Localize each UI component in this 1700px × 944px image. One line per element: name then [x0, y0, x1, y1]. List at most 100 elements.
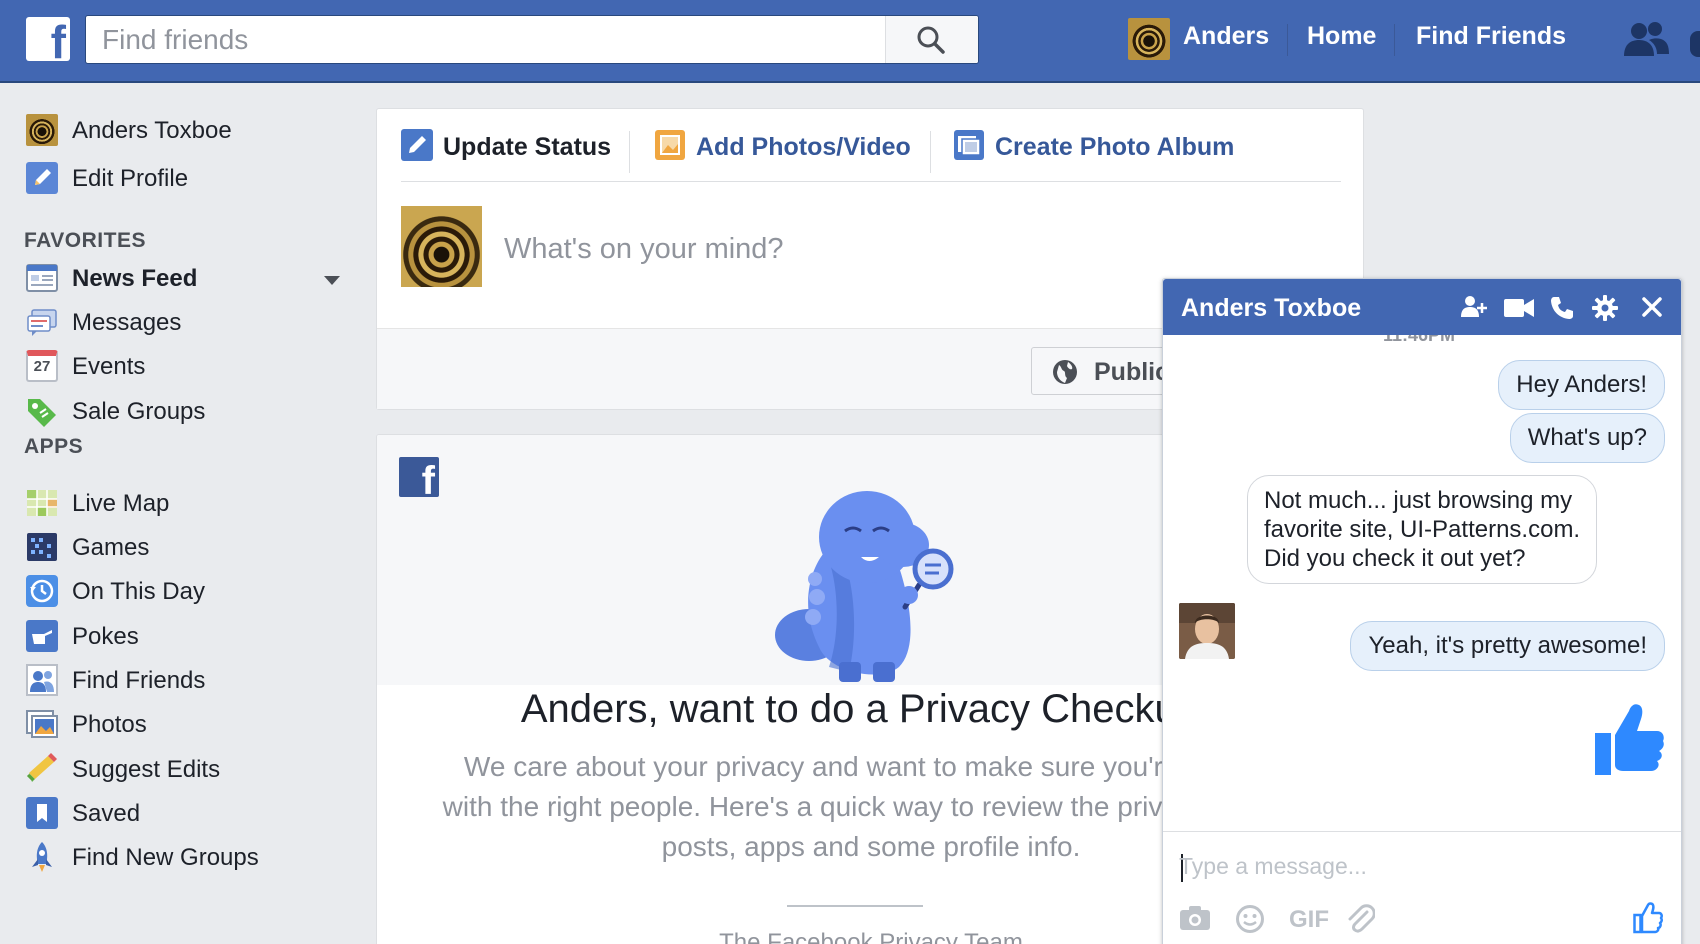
chat-contact-avatar: [1179, 603, 1235, 659]
messages-icon: [27, 309, 57, 336]
search-bar: [85, 15, 979, 64]
sidebar-item-messages[interactable]: Messages: [24, 301, 344, 345]
nav-divider: [1287, 24, 1288, 56]
sidebar-item-edit-profile[interactable]: Edit Profile: [24, 157, 344, 201]
message-bubble-sent[interactable]: What's up?: [1509, 413, 1665, 463]
chat-window: Anders Toxboe 11:46PM Hey Anders! What's…: [1162, 278, 1682, 944]
gear-icon[interactable]: [1591, 294, 1619, 322]
profile-avatar[interactable]: [1128, 18, 1170, 60]
photos-icon: [26, 710, 58, 738]
sidebar-item-events[interactable]: 27 Events: [24, 345, 344, 389]
message-bubble-received[interactable]: Not much... just browsing my favorite si…: [1247, 475, 1598, 584]
clock-icon: [26, 575, 58, 607]
privacy-dinosaur-illustration: [775, 491, 954, 682]
message-line: Did you check it out yet?: [1264, 545, 1526, 572]
chat-composer: GIF: [1163, 831, 1681, 944]
attachment-icon[interactable]: [1345, 904, 1375, 934]
search-icon: [917, 26, 945, 54]
photo-icon: [655, 130, 685, 160]
tab-create-photo-album[interactable]: Create Photo Album: [953, 127, 1253, 167]
like-button-icon[interactable]: [1633, 902, 1663, 934]
top-navigation-bar: f Anders Home Find Friends: [0, 0, 1700, 83]
friend-requests-icon[interactable]: [1621, 20, 1671, 65]
message-bubble-sent[interactable]: Yeah, it's pretty awesome!: [1350, 621, 1665, 671]
tab-update-status[interactable]: Update Status: [401, 127, 611, 167]
sidebar-item-label: Anders Toxboe: [72, 117, 232, 144]
audience-label: Public: [1094, 358, 1170, 386]
news-feed-icon: [26, 264, 58, 292]
album-icon: [954, 130, 984, 160]
map-icon: [27, 490, 57, 516]
chat-messages: 11:46PM Hey Anders! What's up? Not much.…: [1163, 335, 1681, 831]
sidebar-item-pokes[interactable]: Pokes: [24, 615, 344, 659]
sidebar-item-sale-groups[interactable]: Sale Groups: [24, 390, 344, 434]
sidebar-item-saved[interactable]: Saved: [24, 792, 344, 836]
tab-divider: [930, 131, 931, 173]
pencil-icon: [401, 129, 433, 161]
sidebar-item-label: News Feed: [72, 265, 198, 292]
sidebar-item-games[interactable]: Games: [24, 526, 344, 570]
tab-label: Add Photos/Video: [696, 133, 911, 161]
message-timestamp: 11:46PM: [1383, 335, 1456, 345]
video-call-icon[interactable]: [1503, 297, 1535, 319]
message-input[interactable]: [1179, 848, 1579, 884]
add-friend-icon[interactable]: [1459, 293, 1489, 321]
thumbs-up-icon: [1595, 704, 1664, 775]
sidebar-item-live-map[interactable]: Live Map: [24, 482, 344, 526]
sidebar-item-label: Find New Groups: [72, 844, 259, 871]
nav-find-friends-link[interactable]: Find Friends: [1416, 22, 1566, 51]
close-icon[interactable]: [1641, 296, 1663, 318]
sidebar-item-on-this-day[interactable]: On This Day: [24, 570, 344, 614]
nav-divider: [1394, 24, 1395, 56]
messages-icon[interactable]: [1690, 31, 1700, 57]
chevron-down-icon[interactable]: [324, 276, 340, 285]
facebook-logo: f: [399, 457, 439, 501]
pencil-icon: [26, 162, 58, 194]
search-button[interactable]: [885, 16, 978, 63]
chat-title[interactable]: Anders Toxboe: [1181, 294, 1361, 323]
emoji-icon[interactable]: [1235, 904, 1265, 934]
sidebar-item-label: Find Friends: [72, 667, 206, 694]
sidebar-item-news-feed[interactable]: News Feed: [24, 257, 344, 301]
suggest-edits-icon: [26, 753, 57, 782]
divider: [787, 905, 923, 907]
sidebar-item-label: Suggest Edits: [72, 756, 221, 783]
sidebar-item-label: On This Day: [72, 578, 205, 605]
gif-button[interactable]: GIF: [1289, 906, 1329, 934]
sidebar-item-label: Pokes: [72, 623, 139, 650]
globe-icon: [1053, 360, 1077, 384]
facebook-logo-letter: f: [421, 459, 435, 503]
nav-profile-link[interactable]: Anders: [1183, 22, 1269, 51]
sidebar-item-label: Events: [72, 353, 146, 380]
phone-icon[interactable]: [1549, 295, 1575, 321]
tab-divider: [629, 131, 630, 173]
bookmark-icon: [26, 797, 58, 829]
friends-icon: [26, 664, 58, 696]
tab-add-photos-video[interactable]: Add Photos/Video: [654, 127, 914, 167]
sidebar-item-find-new-groups[interactable]: Find New Groups: [24, 836, 344, 880]
sidebar-item-suggest-edits[interactable]: Suggest Edits: [24, 748, 344, 792]
message-bubble-sent[interactable]: Hey Anders!: [1498, 360, 1665, 410]
status-input[interactable]: What's on your mind?: [504, 233, 784, 266]
sidebar-item-label: Edit Profile: [72, 165, 189, 192]
sidebar-item-label: Photos: [72, 711, 147, 738]
sidebar-item-photos[interactable]: Photos: [24, 703, 344, 747]
sidebar-item-profile[interactable]: Anders Toxboe: [24, 109, 344, 153]
avatar: [26, 114, 58, 146]
poke-icon: [26, 620, 58, 652]
favorites-heading: FAVORITES: [24, 229, 146, 252]
sidebar-item-label: Messages: [72, 309, 182, 336]
sidebar-item-find-friends[interactable]: Find Friends: [24, 659, 344, 703]
sidebar-item-label: Saved: [72, 800, 141, 827]
composer-divider: [401, 181, 1341, 182]
calendar-icon: 27: [26, 350, 58, 382]
avatar: [401, 206, 482, 287]
sidebar-item-label: Sale Groups: [72, 398, 206, 425]
facebook-logo-letter: f: [50, 16, 66, 68]
apps-heading: APPS: [24, 435, 84, 458]
facebook-logo[interactable]: f: [26, 17, 70, 65]
camera-icon[interactable]: [1179, 904, 1211, 932]
search-input[interactable]: [86, 16, 886, 63]
chat-header[interactable]: Anders Toxboe: [1163, 279, 1681, 335]
nav-home-link[interactable]: Home: [1307, 22, 1376, 51]
